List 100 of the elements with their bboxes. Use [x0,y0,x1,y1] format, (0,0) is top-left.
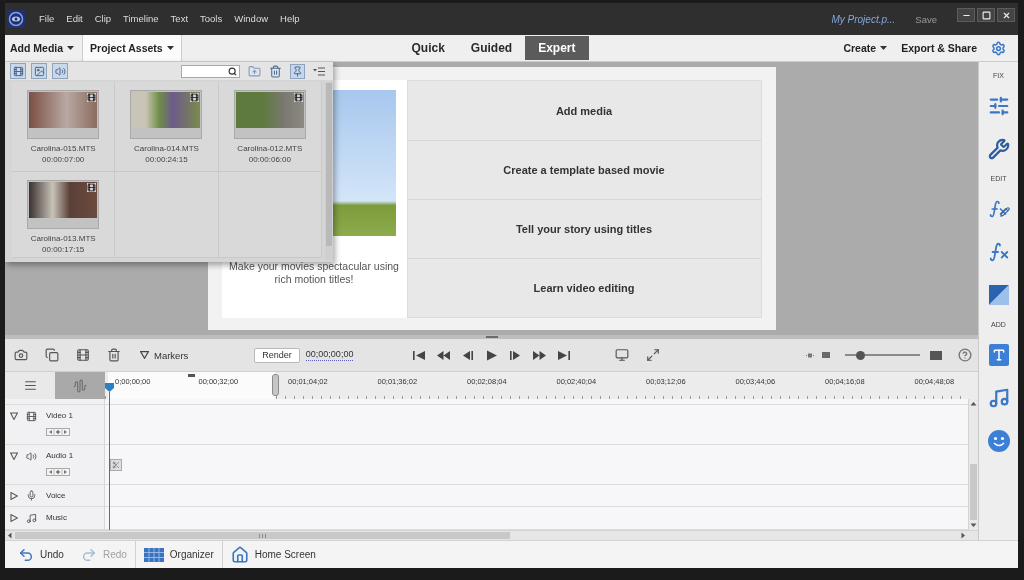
split-square-icon[interactable] [988,285,1009,305]
text-tile-icon[interactable] [988,344,1009,366]
photo-placeholder [235,92,304,128]
video-thumbnail[interactable] [233,90,306,139]
copy-icon[interactable] [45,348,59,362]
folder-up-icon[interactable] [248,64,261,78]
caret-icon [67,46,75,50]
work-area-bar[interactable] [108,372,275,399]
welcome-option[interactable]: Create a template based movie [407,140,761,199]
audio-filter-button[interactable] [52,63,68,79]
rewind-icon[interactable] [437,349,450,361]
pin-button[interactable] [290,63,305,79]
panel-tab[interactable]: Project Assets [82,35,182,61]
close-button[interactable] [997,8,1015,22]
mode-tab[interactable]: Guided [457,36,526,60]
scissors-icon[interactable] [110,459,122,471]
triangle-down-icon[interactable] [10,452,18,460]
scrollbar-thumb[interactable] [326,83,332,246]
play-icon[interactable] [485,349,498,361]
save-button[interactable]: Save [915,13,937,25]
menu-item[interactable]: Text [164,12,195,26]
skip-back-icon[interactable] [413,349,426,361]
arrow-right-icon[interactable] [958,531,968,540]
mode-tab[interactable]: Quick [398,36,458,60]
trash-icon[interactable] [107,348,121,362]
asset-tile[interactable]: Carolina-013.MTS 00:00:17:15 [12,172,116,258]
mode-tab[interactable]: Expert [525,36,589,60]
render-button[interactable]: Render [254,347,300,363]
photo-placeholder [132,92,201,128]
markers-button[interactable]: Markers [140,349,189,361]
redo-icon [80,546,97,563]
vertical-scrollbar[interactable] [968,399,978,530]
playhead-handle[interactable] [105,383,114,399]
minimize-button[interactable] [957,8,975,22]
toolbar-menu-button[interactable]: Create [843,42,888,54]
lines-icon[interactable] [23,379,37,392]
triangle-right-icon[interactable] [10,491,18,500]
horizontal-scrollbar[interactable] [5,530,978,540]
vertical-scrollbar[interactable] [325,82,333,260]
function-pencil-icon[interactable] [987,199,1010,219]
image-filter-button[interactable] [31,63,47,79]
keyframe-nav-icon[interactable] [46,428,70,436]
sliders-icon[interactable] [987,95,1010,117]
film-icon[interactable] [76,348,90,362]
smiley-icon[interactable] [987,430,1010,452]
help-icon[interactable] [958,348,972,362]
music-note-icon[interactable] [987,387,1010,409]
trash-icon[interactable] [269,64,282,78]
video-thumbnail[interactable] [27,90,100,139]
organizer-button[interactable]: Organizer [134,541,222,568]
fast-forward-icon[interactable] [533,349,546,361]
asset-tile[interactable]: Carolina-014.MTS 00:00:24:15 [115,82,219,172]
menu-item[interactable]: Timeline [117,12,165,26]
skip-forward-icon[interactable] [557,349,570,361]
panel-tab[interactable]: Add Media [5,35,83,61]
undo-button[interactable]: Undo [9,541,72,568]
arrow-left-icon[interactable] [5,531,15,540]
video-thumbnail[interactable] [27,180,100,229]
marker-icon[interactable] [188,374,195,377]
menu-item[interactable]: Edit [60,12,89,26]
waveform-toggle[interactable] [55,372,105,399]
settings-icon[interactable] [991,40,1006,56]
search-field[interactable] [181,64,240,78]
timecode[interactable]: 00;00;00;00 [305,349,354,361]
home-button[interactable]: Home Screen [221,541,324,568]
camera-icon[interactable] [14,348,28,362]
menu-item[interactable]: Clip [88,12,118,26]
scrollbar-thumb[interactable] [970,464,977,520]
wrench-icon[interactable] [987,138,1010,160]
keyframe-nav-icon[interactable] [46,468,70,476]
list-menu-icon[interactable] [313,66,325,76]
step-forward-icon[interactable] [509,349,522,361]
asset-tile[interactable]: Carolina-012.MTS 00:00:06:00 [218,82,322,172]
welcome-option[interactable]: Tell your story using titles [407,199,761,258]
microphone-icon [26,490,37,501]
menu-item[interactable]: Help [274,12,306,26]
video-filter-button[interactable] [10,63,26,79]
asset-tile[interactable]: Carolina-015.MTS 00:00:07:00 [12,82,116,172]
function-icon[interactable] [987,241,1010,263]
caret-icon [166,46,174,50]
menu-item[interactable]: Window [228,12,275,26]
toolbar-menu-button[interactable]: Export & Share [901,42,977,54]
triangle-down-icon[interactable] [10,412,18,420]
scrollbar-thumb[interactable] [15,532,510,539]
film-icon [87,93,97,102]
maximize-button[interactable] [977,8,995,22]
triangle-right-icon[interactable] [10,514,18,522]
step-back-icon[interactable] [461,349,474,361]
welcome-option[interactable]: Learn video editing [407,258,761,317]
slider-thumb[interactable] [856,350,865,360]
large-square-icon[interactable] [930,350,942,360]
video-thumbnail[interactable] [130,90,203,139]
menu-item[interactable]: File [33,12,61,26]
expand-icon[interactable] [646,348,660,362]
work-area-handle[interactable] [272,374,279,396]
welcome-option[interactable]: Add media [407,81,761,140]
monitor-icon[interactable] [615,348,629,362]
arrow-up-icon[interactable] [969,399,978,409]
triangle-down-icon [140,351,149,359]
menu-item[interactable]: Tools [194,12,229,26]
